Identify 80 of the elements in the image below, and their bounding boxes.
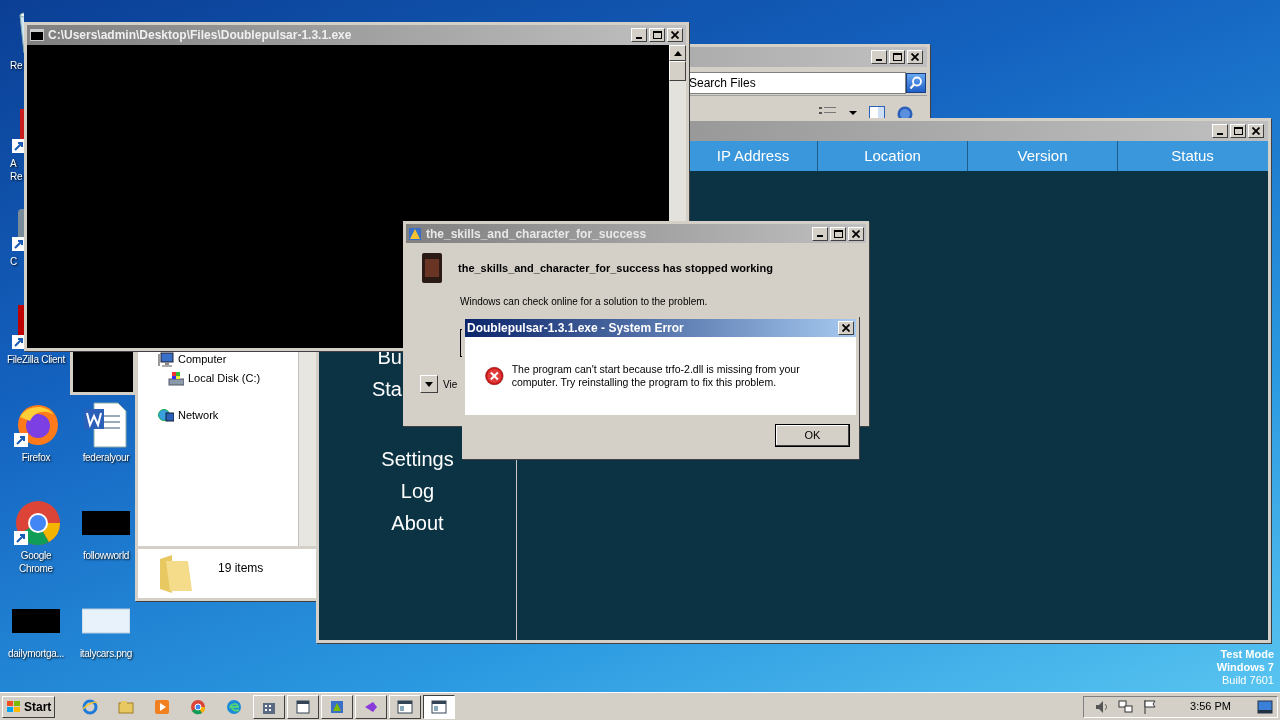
- maximize-button[interactable]: [830, 226, 846, 241]
- icon-label[interactable]: FileZilla Client: [7, 353, 65, 366]
- maximize-button[interactable]: [1230, 124, 1246, 138]
- minimize-icon: [1217, 132, 1223, 135]
- icon-label[interactable]: A Re: [10, 157, 23, 183]
- flag-icon[interactable]: [1142, 698, 1159, 715]
- close-button[interactable]: [1248, 124, 1264, 138]
- nav-item[interactable]: Computer: [178, 351, 227, 368]
- watermark-text: Test Mode: [1220, 648, 1274, 661]
- watermark-text: Build 7601: [1222, 674, 1274, 687]
- item-count: 19 items: [218, 560, 264, 577]
- computer-icon[interactable]: [158, 351, 174, 368]
- minimize-button[interactable]: [631, 28, 647, 42]
- minimize-icon: [876, 58, 882, 61]
- taskbar-button[interactable]: [423, 694, 456, 719]
- minimize-button[interactable]: [1212, 124, 1228, 138]
- caret-icon: [425, 381, 433, 387]
- up-arrow-icon: [673, 50, 682, 56]
- window-title: C:\Users\admin\Desktop\Files\Doublepulsar-1.3.1.exe: [48, 27, 352, 44]
- nav-item[interactable]: Local Disk (C:): [188, 370, 261, 387]
- sidebar-item[interactable]: Log: [319, 475, 516, 507]
- close-button[interactable]: [667, 28, 683, 42]
- window-icon: [397, 698, 414, 715]
- program-icon: [420, 251, 444, 285]
- scroll-up-button[interactable]: [669, 45, 686, 61]
- close-icon: [842, 324, 850, 332]
- close-icon: [1252, 127, 1260, 135]
- ok-button[interactable]: OK: [775, 424, 850, 447]
- search-button[interactable]: [906, 72, 926, 93]
- maximize-icon: [652, 31, 662, 39]
- console-icon: [30, 29, 44, 41]
- watermark-text: Windows 7: [1216, 661, 1274, 674]
- clock[interactable]: 3:56 PM: [1190, 698, 1231, 715]
- icon-label[interactable]: Re: [10, 59, 23, 72]
- error-message: The program can't start because trfo-2.dll is missing from your computer. Try reinstalling the program to fix this problem.: [511, 363, 801, 389]
- installer-icon: [329, 698, 346, 715]
- network-icon[interactable]: [1118, 698, 1135, 715]
- scroll-thumb[interactable]: [669, 61, 686, 81]
- close-button[interactable]: [907, 50, 923, 64]
- close-button[interactable]: [848, 226, 864, 241]
- window-title: Doublepulsar-1.3.1.exe - System Error: [467, 320, 684, 337]
- nav-item[interactable]: Network: [178, 407, 219, 424]
- media-player-icon[interactable]: [154, 698, 171, 715]
- search-icon: [909, 75, 923, 90]
- icon-label[interactable]: dailymortga...: [8, 647, 64, 660]
- show-desktop-icon[interactable]: [1257, 699, 1273, 714]
- minimize-button[interactable]: [812, 226, 828, 241]
- close-icon: [911, 53, 919, 61]
- minimize-icon: [636, 36, 642, 39]
- minimize-icon: [817, 235, 823, 237]
- details-toggle[interactable]: Vie: [443, 376, 458, 392]
- maximize-button[interactable]: [649, 28, 665, 42]
- icon-label[interactable]: followworld: [82, 549, 130, 562]
- close-icon: [852, 229, 860, 238]
- icon-label[interactable]: Firefox: [21, 451, 51, 464]
- maximize-icon: [833, 229, 843, 238]
- window-title: the_skills_and_character_for_success: [426, 225, 647, 243]
- maximize-icon: [1233, 127, 1243, 135]
- minimize-button[interactable]: [871, 50, 887, 64]
- close-icon: [671, 31, 679, 39]
- drive-icon[interactable]: [168, 370, 184, 387]
- sidebar-item[interactable]: About: [319, 507, 516, 539]
- icon-label[interactable]: C: [10, 255, 17, 268]
- expand-button[interactable]: [420, 375, 438, 393]
- dialog-heading: the_skills_and_character_for_success has stopped working: [458, 260, 773, 276]
- maximize-icon: [892, 53, 902, 61]
- word-document-icon[interactable]: [82, 401, 130, 449]
- browser-icon[interactable]: [82, 698, 99, 715]
- windows-logo-icon: [6, 699, 22, 714]
- icon-label[interactable]: italycars.png: [79, 647, 133, 660]
- close-button[interactable]: [838, 321, 854, 335]
- network-icon[interactable]: [158, 407, 174, 424]
- chrome-icon[interactable]: [190, 698, 207, 715]
- start-button[interactable]: Start: [2, 695, 56, 718]
- dialog-message: Windows can check online for a solution to the problem.: [460, 295, 709, 309]
- chrome-icon[interactable]: [12, 499, 60, 547]
- icon-label[interactable]: federalyour: [82, 451, 130, 464]
- icon-label[interactable]: Google Chrome: [19, 549, 53, 575]
- window-icon: [431, 698, 448, 715]
- maximize-button[interactable]: [889, 50, 905, 64]
